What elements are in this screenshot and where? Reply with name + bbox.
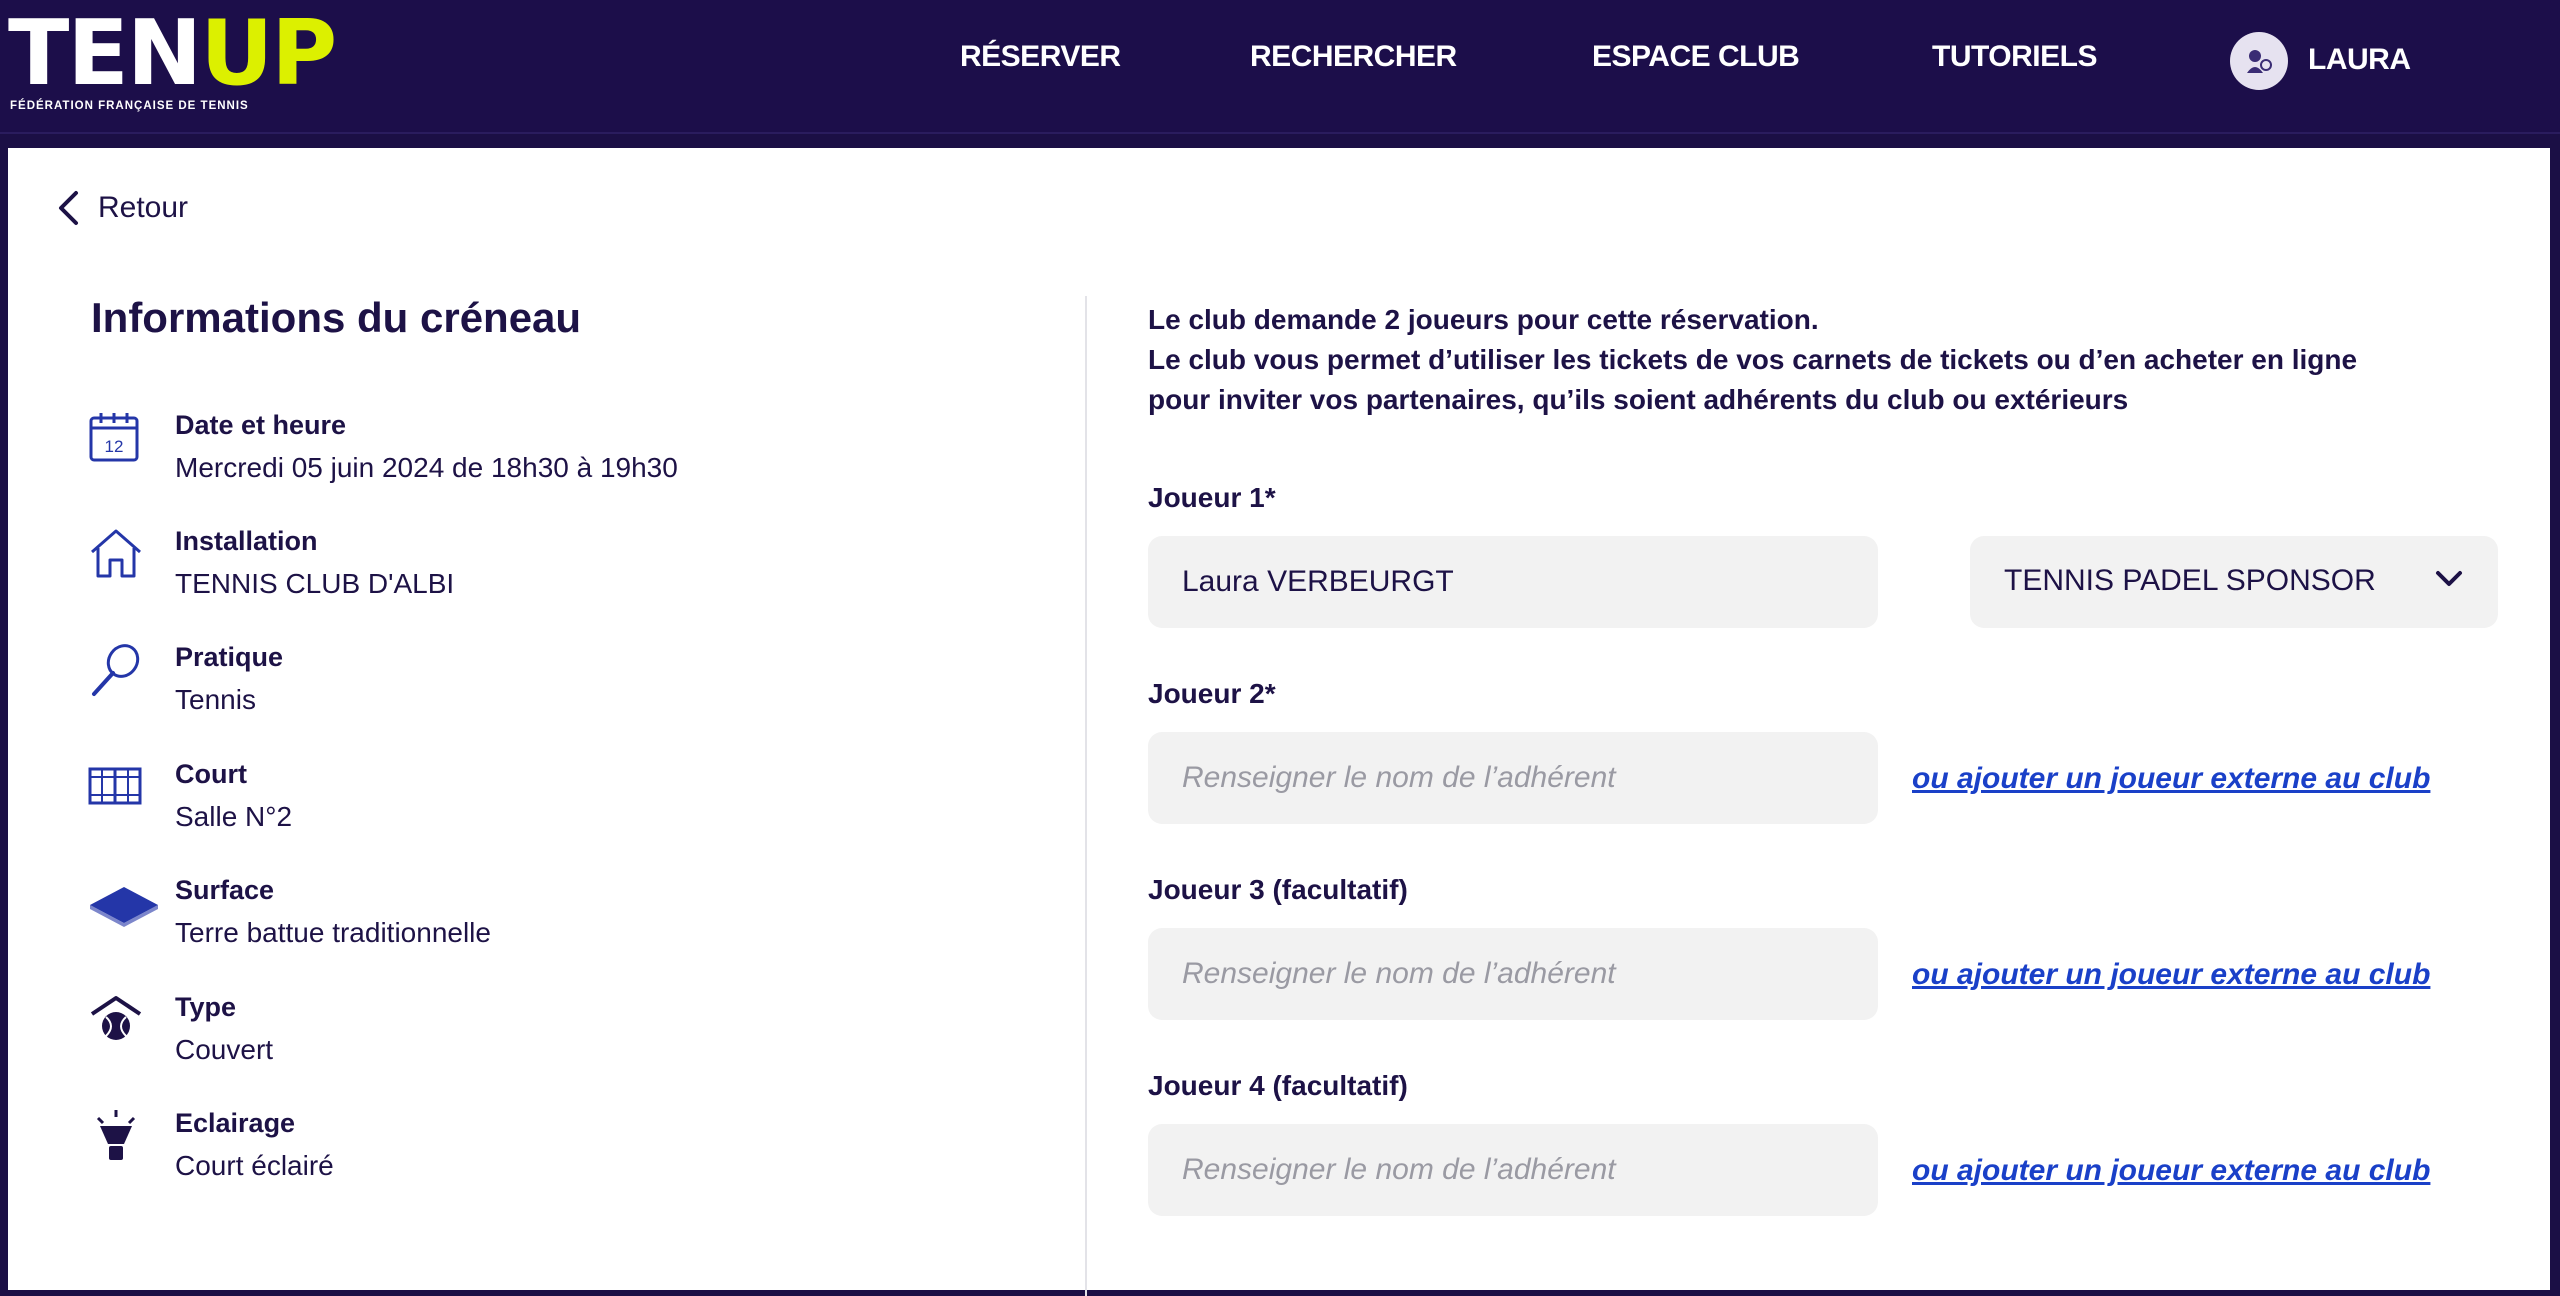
info-type-value: Couvert [175, 1034, 274, 1065]
info-eclairage-label: Eclairage [175, 1108, 296, 1138]
nav-tutoriels[interactable]: TUTORIELS [1932, 40, 2097, 74]
calendar-icon: 12 [89, 413, 139, 462]
player-3-label: Joueur 3 (facultatif) [1148, 874, 1408, 905]
player-4-add-external-link[interactable]: ou ajouter un joueur externe au club [1912, 1154, 2430, 1188]
surface-icon [90, 887, 158, 927]
player-2-input[interactable] [1148, 732, 1878, 824]
back-label: Retour [98, 191, 189, 224]
racket-icon [92, 644, 140, 696]
player-4-field[interactable] [1148, 1124, 1878, 1216]
player-2-field[interactable] [1148, 732, 1878, 824]
info-court: Court Salle N°2 [88, 759, 988, 859]
info-eclairage: Eclairage Court éclairé [88, 1108, 988, 1208]
user-name[interactable]: LAURA [2308, 43, 2411, 77]
nav-espace-club[interactable]: ESPACE CLUB [1592, 40, 1800, 74]
light-icon [96, 1110, 136, 1160]
nav-rechercher[interactable]: RECHERCHER [1250, 40, 1457, 74]
back-link[interactable]: Retour [56, 188, 188, 228]
logo-subtitle: FÉDÉRATION FRANÇAISE DE TENNIS [10, 100, 249, 112]
player-4-label: Joueur 4 (facultatif) [1148, 1070, 1408, 1101]
info-type: Type Couvert [88, 992, 988, 1092]
player-1-input[interactable] [1148, 536, 1878, 628]
info-surface-label: Surface [175, 875, 275, 905]
info-type-label: Type [175, 992, 237, 1022]
info-pratique-value: Tennis [175, 684, 256, 715]
info-installation-label: Installation [175, 526, 318, 556]
intro-line-3: pour inviter vos partenaires, qu’ils soi… [1148, 384, 2129, 415]
info-date-label: Date et heure [175, 410, 347, 440]
covered-icon [90, 996, 142, 1040]
player-3-field[interactable] [1148, 928, 1878, 1020]
info-eclairage-value: Court éclairé [175, 1150, 334, 1181]
svg-text:12: 12 [105, 437, 124, 456]
logo-wordmark: TENUP [8, 1, 337, 106]
player-3-add-external-link[interactable]: ou ajouter un joueur externe au club [1912, 958, 2430, 992]
player-1-select-value: TENNIS PADEL SPONSOR [2004, 564, 2376, 597]
player-2-label: Joueur 2* [1148, 678, 1276, 709]
info-installation-value: TENNIS CLUB D'ALBI [175, 568, 455, 599]
chevron-down-icon [2436, 571, 2462, 586]
column-divider [1085, 296, 1087, 1296]
avatar-icon [2247, 50, 2272, 73]
info-court-value: Salle N°2 [175, 801, 293, 832]
booking-intro: Le club demande 2 joueurs pour cette rés… [1148, 300, 2488, 420]
player-1-label: Joueur 1* [1148, 482, 1276, 513]
user-avatar[interactable] [2230, 32, 2288, 90]
slot-info-title: Informations du créneau [91, 294, 582, 341]
player-3-input[interactable] [1148, 928, 1878, 1020]
house-icon [91, 529, 141, 578]
info-surface: Surface Terre battue traditionnelle [88, 875, 988, 975]
info-installation: Installation TENNIS CLUB D'ALBI [88, 526, 988, 626]
booking-panel: Retour Informations du créneau 12 Date e… [8, 148, 2550, 1296]
info-pratique-label: Pratique [175, 642, 284, 672]
nav-reserver[interactable]: RÉSERVER [960, 40, 1121, 74]
player-1-ticket-select[interactable]: TENNIS PADEL SPONSOR [1970, 536, 2498, 628]
info-date-value: Mercredi 05 juin 2024 de 18h30 à 19h30 [175, 452, 678, 483]
intro-line-1: Le club demande 2 joueurs pour cette rés… [1148, 304, 1819, 335]
info-court-label: Court [175, 759, 247, 789]
info-date: 12 Date et heure Mercredi 05 juin 2024 d… [88, 410, 988, 510]
info-pratique: Pratique Tennis [88, 642, 988, 742]
player-1-field[interactable] [1148, 536, 1878, 628]
top-navigation-bar: TENUP FÉDÉRATION FRANÇAISE DE TENNIS RÉS… [0, 0, 2560, 134]
intro-line-2: Le club vous permet d’utiliser les ticke… [1148, 344, 2358, 375]
court-icon [88, 767, 142, 805]
chevron-left-icon [59, 191, 78, 225]
info-surface-value: Terre battue traditionnelle [175, 917, 491, 948]
tenup-logo[interactable]: TENUP FÉDÉRATION FRANÇAISE DE TENNIS [8, 4, 337, 113]
player-2-add-external-link[interactable]: ou ajouter un joueur externe au club [1912, 762, 2430, 796]
player-4-input[interactable] [1148, 1124, 1878, 1216]
